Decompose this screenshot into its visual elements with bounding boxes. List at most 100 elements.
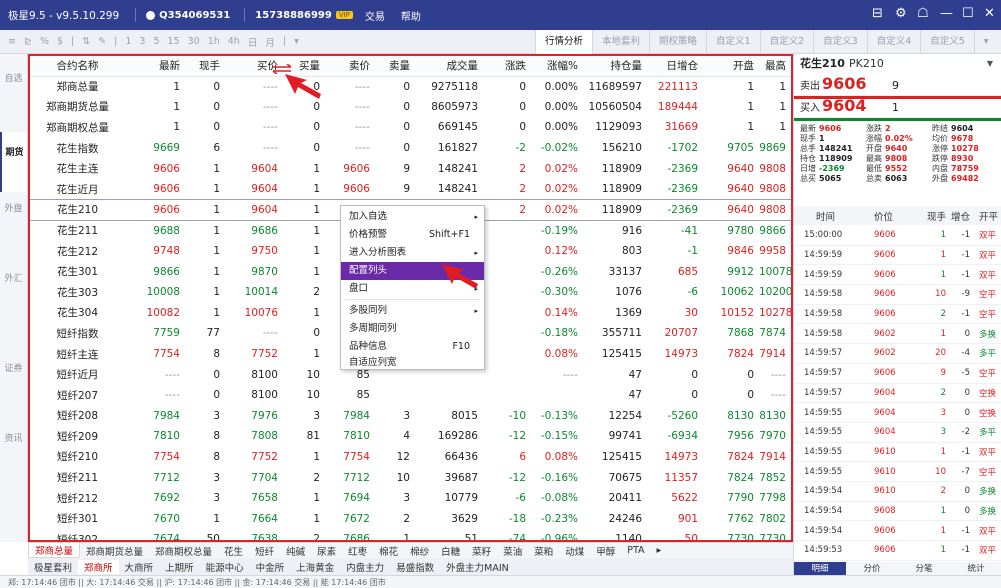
toolbar-tool[interactable]: $: [57, 36, 63, 47]
column-header[interactable]: 涨幅%: [531, 56, 583, 77]
tick-row[interactable]: 14:59:58 9602 1 0 多换: [794, 324, 1001, 345]
table-row[interactable]: 郑商期权总量 1 0 ---- 0 ---- 0 669145 0 0.00% 1129093 316…: [30, 117, 791, 138]
table-row[interactable]: 郑商期货总量 1 0 ---- 0 ---- 0 8605973 0 0.00% 10560504 1…: [30, 97, 791, 118]
column-header[interactable]: 合约名称: [30, 56, 130, 77]
tick-row[interactable]: 14:59:57 9606 9 -5 空平: [794, 364, 1001, 384]
tick-row[interactable]: 14:59:55 9610 1 -1 双平: [794, 443, 1001, 463]
menu-item-auto-fit-columns[interactable]: 自适应列宽: [341, 354, 484, 372]
tick-row[interactable]: 14:59:54 9608 1 0 多换: [794, 502, 1001, 522]
product-tab[interactable]: 棉花: [373, 544, 404, 558]
table-row[interactable]: 短纤209 7810 8 7808 81 7810 4 169286 -12 -0.15% 9974…: [30, 426, 791, 447]
column-header[interactable]: 卖价: [325, 56, 375, 77]
tick-row[interactable]: 14:59:58 9606 10 -9 空平: [794, 285, 1001, 305]
tab-option-strategy[interactable]: 期权策略: [649, 30, 706, 54]
toolbar-tool[interactable]: ⊵: [24, 36, 32, 47]
tab-custom-5[interactable]: 自定义5: [920, 30, 974, 54]
column-header[interactable]: 日增仓: [647, 56, 703, 77]
column-header[interactable]: 涨跌: [483, 56, 531, 77]
tick-row[interactable]: 14:59:55 9610 10 -7 空平: [794, 462, 1001, 482]
period-15min[interactable]: 15: [168, 36, 180, 47]
category-foreign[interactable]: 外盘: [0, 204, 27, 234]
column-header[interactable]: 最新: [130, 56, 185, 77]
period-more-icon[interactable]: ▾: [294, 36, 299, 47]
product-tab[interactable]: 菜油: [497, 544, 528, 558]
menu-trade[interactable]: 交易: [365, 8, 385, 23]
tabs-more-icon[interactable]: ▾: [973, 30, 998, 54]
product-tab[interactable]: 尿素: [311, 544, 342, 558]
category-forex[interactable]: 外汇: [0, 274, 27, 304]
menu-item-price-alert[interactable]: 价格预警 Shift+F1: [341, 226, 484, 244]
table-row[interactable]: 花生近月 9606 1 9604 1 9606 9 148241 2 0.02% 118909 -23…: [30, 179, 791, 200]
table-row[interactable]: 短纤212 7692 3 7658 1 7694 3 10779 -6 -0.08% 20411 56…: [30, 488, 791, 509]
skin-icon[interactable]: ☖: [917, 6, 929, 21]
account-info[interactable]: Q354069531: [146, 10, 230, 21]
product-tab[interactable]: 花生: [218, 544, 249, 558]
column-header[interactable]: 最高: [759, 56, 791, 77]
tab-custom-2[interactable]: 自定义2: [759, 30, 814, 54]
tab-statistics[interactable]: 统计: [950, 562, 1001, 575]
table-row[interactable]: 短纤210 7754 8 7752 1 7754 12 66436 6 0.08% 125415 14…: [30, 447, 791, 468]
period-month[interactable]: 月: [265, 35, 275, 49]
tick-row[interactable]: 14:59:59 9606 1 -1 双平: [794, 265, 1001, 286]
toolbar-tool[interactable]: ⇅: [82, 36, 90, 47]
column-header[interactable]: 成交量: [415, 56, 483, 77]
minimize-icon[interactable]: —: [940, 6, 953, 21]
period-1min[interactable]: 1: [125, 36, 131, 47]
tab-price-distribution[interactable]: 分价: [846, 562, 898, 575]
tab-custom-4[interactable]: 自定义4: [866, 30, 921, 54]
tabs-scroll-icon[interactable]: ▸: [651, 545, 668, 556]
product-tab[interactable]: 郑商期权总量: [149, 544, 218, 558]
exchange-tab[interactable]: 中金所: [250, 560, 291, 574]
table-row[interactable]: 花生主连 9606 1 9604 1 9606 9 148241 2 0.02% 118909 -23…: [30, 158, 791, 179]
table-row[interactable]: 短纤302 7674 50 7638 2 7686 1 51 -74 -0.96% 1140 50 77…: [30, 529, 791, 540]
product-tab[interactable]: 棉纱: [404, 544, 435, 558]
maximize-icon[interactable]: ☐: [962, 6, 974, 21]
product-tab[interactable]: 短纤: [249, 544, 280, 558]
exchange-tab[interactable]: 大商所: [119, 560, 160, 574]
tick-row[interactable]: 15:00:00 9606 1 -1 双平: [794, 226, 1001, 246]
exchange-tab[interactable]: 易盛指数: [390, 560, 440, 574]
product-tab[interactable]: 郑商总量: [28, 543, 81, 558]
product-tab[interactable]: 纯碱: [280, 544, 311, 558]
product-tab[interactable]: 菜籽: [466, 544, 497, 558]
toolbar-tool[interactable]: %: [40, 36, 49, 47]
tab-local-arbitrage[interactable]: 本地套利: [592, 30, 649, 54]
bid-quote[interactable]: 买入 9604 1: [794, 96, 1001, 118]
table-row[interactable]: 短纤208 7984 3 7976 3 7984 3 8015 -10 -0.13% 12254 -5…: [30, 406, 791, 427]
menu-item-multi-period[interactable]: 多周期同列: [341, 320, 484, 338]
exchange-tab[interactable]: 上海黄金: [290, 560, 340, 574]
exchange-tab[interactable]: 内盘主力: [340, 560, 390, 574]
ask-quote[interactable]: 卖出 9606 9: [794, 74, 1001, 96]
tick-row[interactable]: 14:59:55 9604 3 -2 多平: [794, 423, 1001, 443]
table-row[interactable]: 短纤211 7712 3 7704 2 7712 10 39687 -12 -0.16% 70675…: [30, 467, 791, 488]
product-tab[interactable]: 白糖: [435, 544, 466, 558]
tab-details[interactable]: 明细: [794, 562, 846, 575]
column-header[interactable]: 现手: [185, 56, 225, 77]
product-tab[interactable]: 郑商期货总量: [80, 544, 149, 558]
exchange-tab[interactable]: 极星套利: [28, 560, 78, 574]
tick-row[interactable]: 14:59:59 9606 1 -1 双平: [794, 246, 1001, 266]
period-3min[interactable]: 3: [139, 36, 145, 47]
toolbar-tool[interactable]: ✎: [98, 36, 106, 47]
exchange-tab[interactable]: 外盘主力MAIN: [440, 560, 515, 574]
table-row[interactable]: 花生指数 9669 6 ---- 0 ---- 0 161827 -2 -0.02% 156210 -…: [30, 138, 791, 159]
toolbar-tool[interactable]: ≡: [8, 36, 16, 47]
period-5min[interactable]: 5: [153, 36, 159, 47]
product-tab[interactable]: 红枣: [342, 544, 373, 558]
exchange-tab[interactable]: 上期所: [159, 560, 200, 574]
tick-row[interactable]: 14:59:57 9604 2 0 空换: [794, 384, 1001, 404]
table-row[interactable]: 郑商总量 1 0 ---- 0 ---- 0 9275118 0 0.00% 11689597 221…: [30, 76, 791, 97]
close-icon[interactable]: ✕: [984, 6, 995, 21]
tick-row[interactable]: 14:59:57 9602 20 -4 多平: [794, 344, 1001, 364]
tick-row[interactable]: 14:59:54 9610 2 0 多换: [794, 482, 1001, 502]
period-30min[interactable]: 30: [188, 36, 200, 47]
product-tab[interactable]: PTA: [621, 545, 650, 556]
product-tab[interactable]: 动煤: [559, 544, 590, 558]
table-row[interactable]: 短纤301 7670 1 7664 1 7672 2 3629 -18 -0.23% 24246 90…: [30, 508, 791, 529]
product-tab[interactable]: 甲醇: [590, 544, 621, 558]
tab-tick-by-tick[interactable]: 分笔: [898, 562, 950, 575]
layout-icon[interactable]: ⊟: [872, 6, 883, 21]
period-4h[interactable]: 4h: [228, 36, 240, 47]
settings-icon[interactable]: ⚙: [895, 6, 907, 21]
tick-row[interactable]: 14:59:53 9606 1 -1 双平: [794, 541, 1001, 561]
